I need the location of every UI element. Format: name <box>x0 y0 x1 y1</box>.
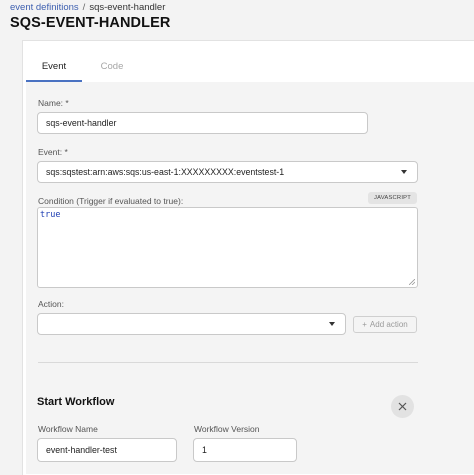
tab-event[interactable]: Event <box>26 61 82 72</box>
breadcrumb-separator: / <box>82 2 86 13</box>
start-workflow-title: Start Workflow <box>37 396 115 408</box>
tab-code[interactable]: Code <box>94 61 130 72</box>
add-action-button[interactable]: + Add action <box>353 316 417 333</box>
close-icon <box>398 402 407 411</box>
event-select-value: sqs:sqstest:arn:aws:sqs:us-east-1:XXXXXX… <box>46 167 285 177</box>
event-select[interactable]: sqs:sqstest:arn:aws:sqs:us-east-1:XXXXXX… <box>37 161 418 183</box>
condition-code: true <box>40 210 61 220</box>
workflow-version-input[interactable]: 1 <box>193 438 297 462</box>
condition-label: Condition (Trigger if evaluated to true)… <box>38 196 184 206</box>
name-input-value: sqs-event-handler <box>46 118 117 128</box>
section-divider <box>38 362 418 363</box>
breadcrumb-current: sqs-event-handler <box>89 2 166 13</box>
workflow-name-input[interactable]: event-handler-test <box>37 438 177 462</box>
workflow-version-label: Workflow Version <box>194 424 260 434</box>
workflow-name-label: Workflow Name <box>38 424 98 434</box>
condition-code-editor[interactable]: true <box>37 207 418 288</box>
breadcrumb-link-event-definitions[interactable]: event definitions <box>10 2 79 13</box>
chevron-down-icon <box>401 170 407 174</box>
workflow-name-value: event-handler-test <box>46 445 117 455</box>
chevron-down-icon <box>329 322 335 326</box>
breadcrumb: event definitions / sqs-event-handler <box>10 2 165 13</box>
add-action-label: Add action <box>369 320 408 329</box>
name-input[interactable]: sqs-event-handler <box>37 112 368 134</box>
action-label: Action: <box>38 299 64 309</box>
remove-action-button[interactable] <box>391 395 414 418</box>
resize-grip-icon[interactable] <box>409 279 415 285</box>
event-label: Event: * <box>38 147 68 157</box>
action-select[interactable] <box>37 313 346 335</box>
workflow-version-value: 1 <box>202 445 207 455</box>
plus-icon: + <box>362 320 367 329</box>
name-label: Name: * <box>38 98 69 108</box>
javascript-badge: JAVASCRIPT <box>368 192 417 204</box>
page-title: SQS-EVENT-HANDLER <box>10 15 171 31</box>
